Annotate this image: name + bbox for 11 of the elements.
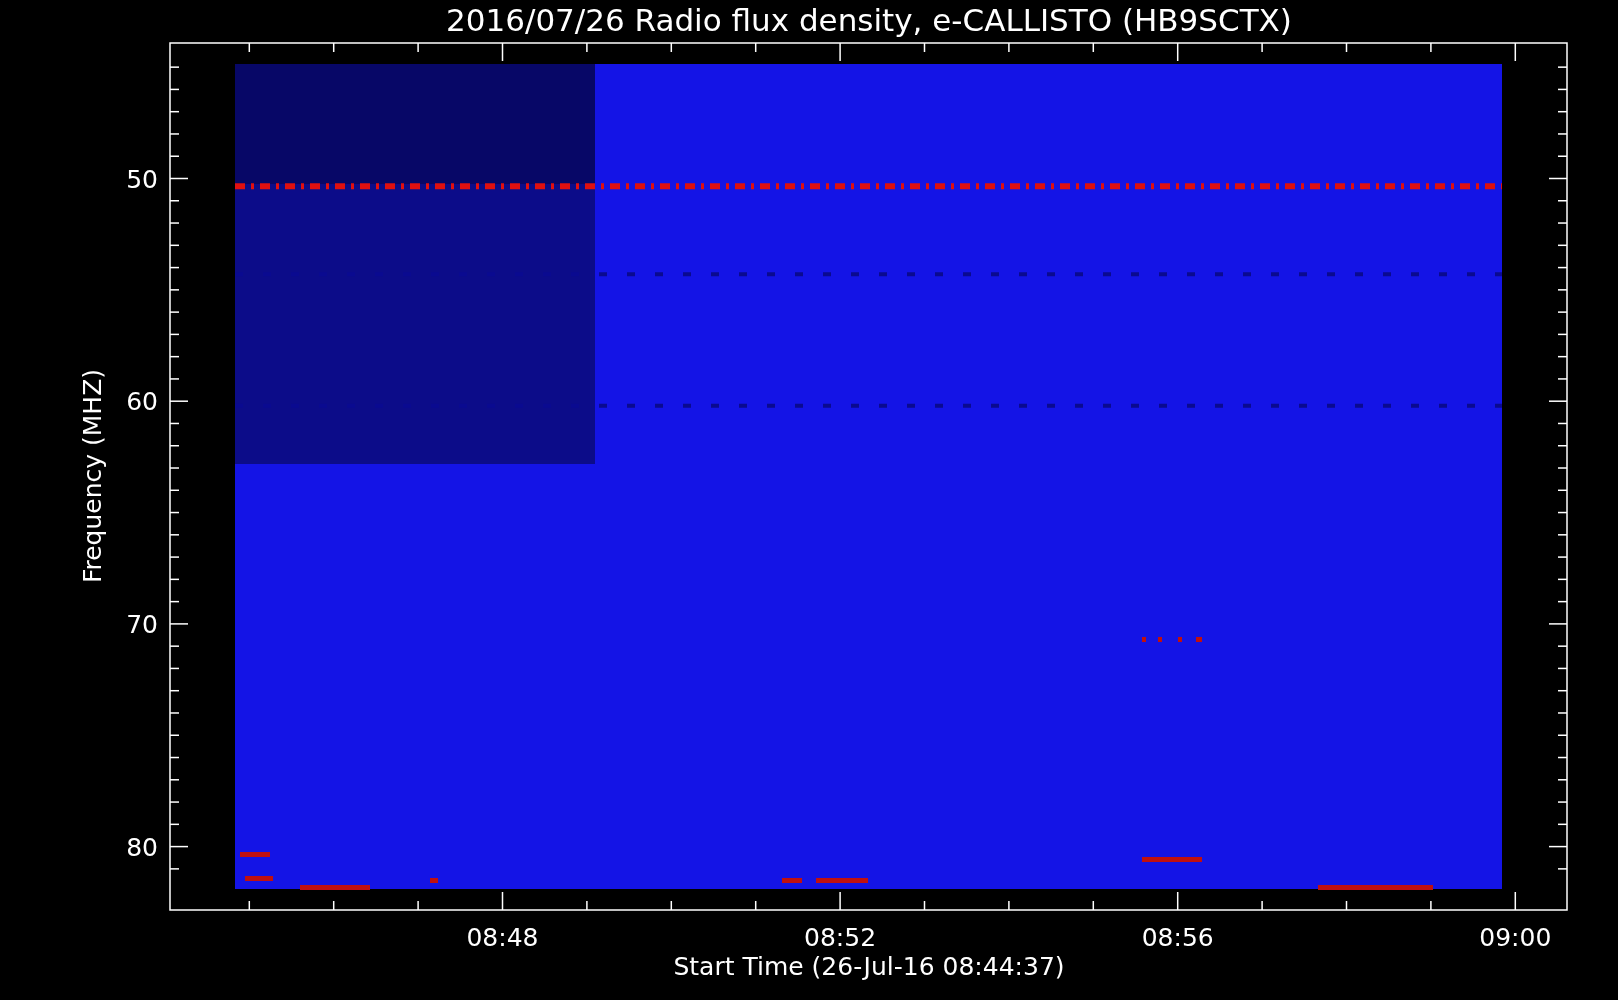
x-tick-label: 08:52: [804, 923, 877, 952]
y-tick-label: 70: [126, 609, 158, 639]
y-axis-label: Frequency (MHZ): [78, 368, 107, 584]
x-tick-label: 08:56: [1141, 923, 1214, 952]
x-tick-label: 09:00: [1479, 923, 1552, 952]
y-tick-label: 80: [126, 832, 158, 862]
y-tick-label: 50: [126, 164, 158, 194]
chart-title: 2016/07/26 Radio flux density, e-CALLISTO (HB9SCTX): [446, 2, 1292, 38]
x-tick-label: 08:48: [466, 923, 539, 952]
x-axis-label: Start Time (26-Jul-16 08:44:37): [673, 952, 1065, 981]
y-tick-label: 60: [126, 387, 158, 417]
